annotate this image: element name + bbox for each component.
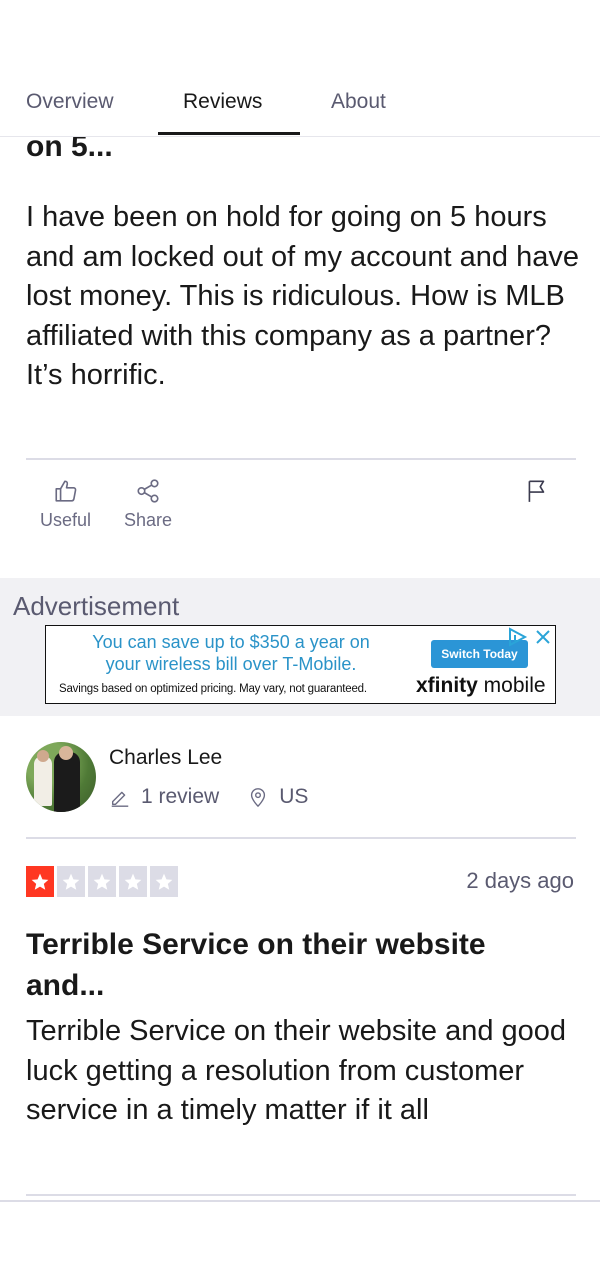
- reviews-scroll-area[interactable]: I have been on hold for going on 5... I …: [0, 0, 600, 1277]
- ad-brand-light: mobile: [477, 674, 546, 697]
- advertisement-section: Advertisement You can save up to $350 a …: [0, 578, 600, 716]
- pencil-icon: [111, 791, 129, 807]
- divider: [26, 837, 576, 839]
- review-title[interactable]: Terrible Service on their website and...: [26, 924, 546, 1006]
- tab-reviews[interactable]: Reviews: [183, 90, 262, 114]
- location-pin-icon: [251, 788, 266, 808]
- thumbs-up-icon: [54, 480, 76, 502]
- star-icon: [62, 873, 80, 890]
- active-tab-indicator: [158, 132, 300, 135]
- avatar-photo-figure: [34, 756, 52, 806]
- reviewer-name[interactable]: Charles Lee: [109, 746, 222, 770]
- reviewer-meta: 1 review US: [109, 785, 308, 809]
- share-button[interactable]: Share: [124, 478, 172, 531]
- ad-brand-bold: xfinity: [416, 674, 478, 697]
- reviewer-avatar[interactable]: [26, 742, 96, 812]
- reviewer-location: US: [247, 785, 308, 809]
- adchoices-icon[interactable]: [506, 626, 528, 648]
- ad-fine-print: Savings based on optimized pricing. May …: [59, 683, 367, 695]
- star-icon: [124, 873, 142, 890]
- star-icon: [31, 873, 49, 890]
- ad-banner[interactable]: You can save up to $350 a year on your w…: [45, 625, 556, 704]
- tab-overview[interactable]: Overview: [26, 90, 114, 114]
- star-empty: [88, 866, 116, 897]
- ad-headline: You can save up to $350 a year on: [92, 632, 370, 652]
- review-count: 1 review: [141, 785, 220, 808]
- section-separator: [0, 1200, 600, 1202]
- share-icon: [137, 479, 159, 503]
- star-rating: [26, 866, 178, 897]
- divider: [26, 1194, 576, 1196]
- avatar-photo-figure: [54, 752, 80, 812]
- ad-headline: your wireless bill over T-Mobile.: [105, 654, 357, 674]
- star-empty: [119, 866, 147, 897]
- ad-brand-logo: xfinity mobile: [416, 674, 546, 698]
- star-empty: [150, 866, 178, 897]
- useful-button[interactable]: Useful: [40, 478, 91, 531]
- review-date: 2 days ago: [466, 868, 574, 893]
- share-label: Share: [124, 510, 173, 530]
- star-icon: [93, 873, 111, 890]
- advertisement-label: Advertisement: [13, 591, 180, 621]
- review-body: Terrible Service on their website and go…: [26, 1015, 567, 1126]
- location-label: US: [279, 785, 309, 808]
- tab-about[interactable]: About: [331, 90, 386, 114]
- divider: [26, 458, 576, 460]
- useful-label: Useful: [40, 510, 92, 530]
- avatar-photo-figure: [37, 750, 49, 762]
- star-icon: [155, 873, 173, 890]
- star-empty: [57, 866, 85, 897]
- review-actions: Useful Share: [26, 478, 576, 548]
- flag-icon: [528, 480, 545, 502]
- flag-button[interactable]: [524, 478, 550, 510]
- close-icon[interactable]: [532, 626, 554, 648]
- review-body: I have been on hold for going on 5 hours…: [26, 201, 579, 391]
- tab-bar: Overview Reviews About: [0, 0, 600, 137]
- star-filled: [26, 866, 54, 897]
- avatar-photo-figure: [59, 746, 73, 760]
